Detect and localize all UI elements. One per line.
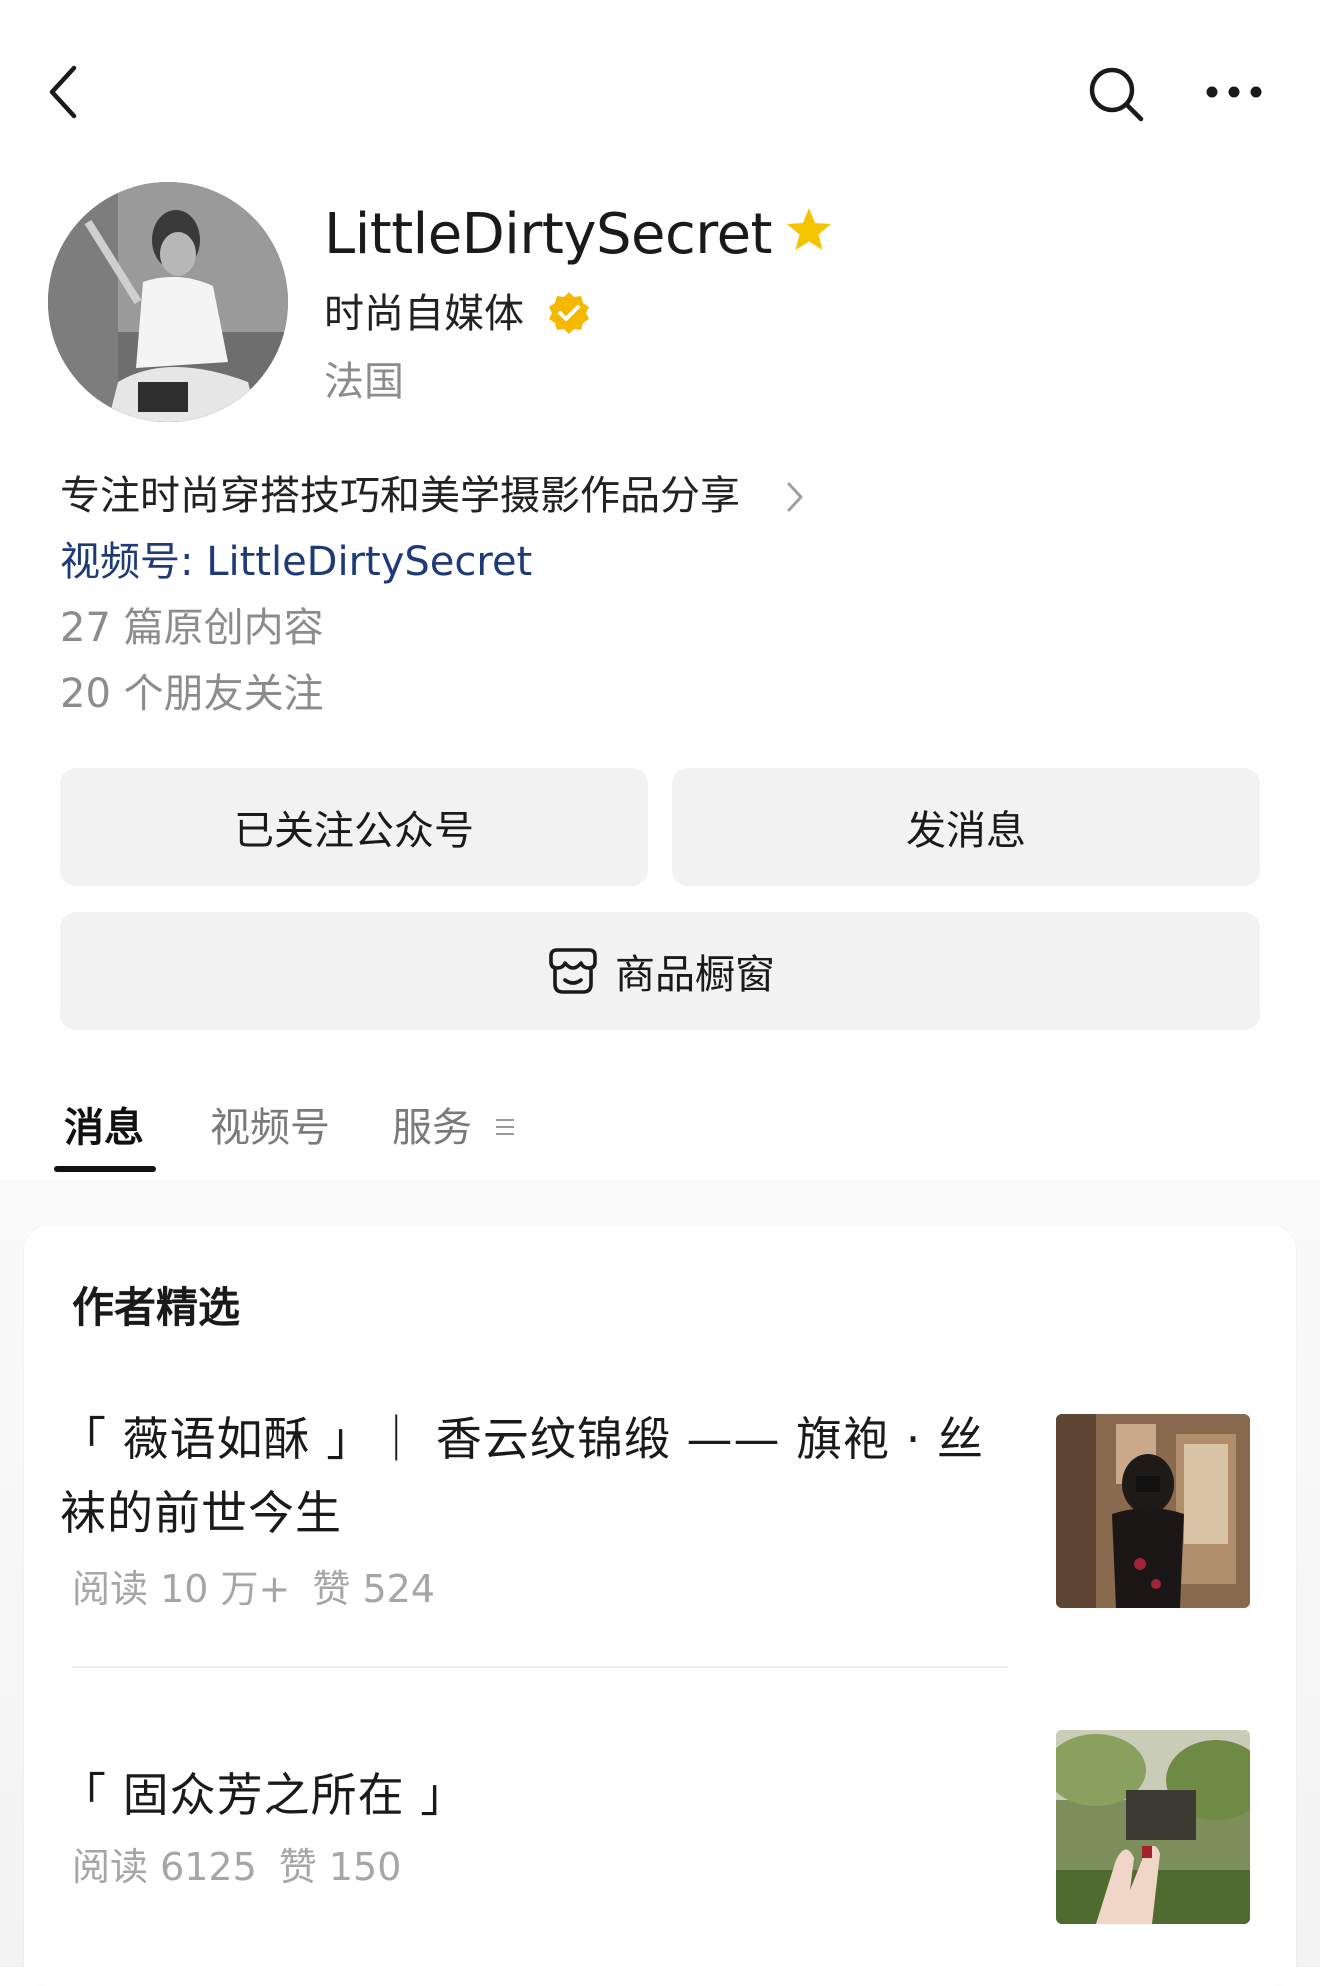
article-divider	[72, 1666, 1008, 1668]
shop-window-button[interactable]: 商品橱窗	[60, 912, 1260, 1030]
verified-badge-icon[interactable]	[546, 290, 592, 340]
avatar-photo	[48, 182, 288, 422]
search-icon	[1089, 67, 1144, 122]
account-region: 法国	[324, 359, 404, 405]
send-message-button[interactable]: 发消息	[672, 768, 1260, 886]
shop-icon	[545, 946, 601, 996]
article-reads: 阅读 6125	[72, 1845, 257, 1889]
more-dots-icon	[1206, 86, 1262, 98]
article-reads: 阅读 10 万+	[72, 1567, 291, 1611]
send-message-label: 发消息	[906, 808, 1026, 854]
tab-channels[interactable]: 视频号	[210, 1100, 330, 1156]
article-title[interactable]: 「 固众芳之所在 」	[60, 1758, 1020, 1832]
article-thumbnail[interactable]	[1056, 1730, 1250, 1924]
menu-lines-icon[interactable]	[494, 1116, 516, 1142]
tab-services[interactable]: 服务	[392, 1100, 472, 1156]
chevron-right-icon[interactable]	[786, 480, 804, 518]
featured-section-title: 作者精选	[72, 1283, 241, 1332]
back-button[interactable]	[44, 62, 84, 122]
article-thumbnail[interactable]	[1056, 1414, 1250, 1608]
shop-window-label: 商品橱窗	[615, 952, 775, 998]
followed-button-label: 已关注公众号	[234, 808, 474, 854]
chevron-left-icon	[49, 65, 77, 119]
search-button[interactable]	[1086, 64, 1146, 124]
account-name: LittleDirtySecret	[324, 202, 772, 267]
more-button[interactable]	[1204, 80, 1264, 104]
article-likes: 赞 150	[278, 1845, 402, 1889]
account-category: 时尚自媒体	[324, 291, 524, 337]
star-icon[interactable]	[784, 206, 834, 258]
account-description[interactable]: 专注时尚穿搭技巧和美学摄影作品分享	[60, 470, 740, 522]
article-meta: 阅读 10 万+ 赞 524	[72, 1564, 435, 1614]
followed-button[interactable]: 已关注公众号	[60, 768, 648, 886]
friends-following-count[interactable]: 20 个朋友关注	[60, 668, 324, 720]
original-content-count[interactable]: 27 篇原创内容	[60, 602, 324, 654]
article-title[interactable]: 「 薇语如酥 」｜ 香云纹锦缎 —— 旗袍 · 丝袜的前世今生	[60, 1402, 1020, 1550]
article-meta: 阅读 6125 赞 150	[72, 1842, 401, 1892]
channel-link[interactable]: 视频号: LittleDirtySecret	[60, 536, 532, 588]
article-likes: 赞 524	[312, 1567, 435, 1611]
active-tab-indicator	[54, 1166, 156, 1172]
tab-messages[interactable]: 消息	[64, 1100, 144, 1156]
avatar[interactable]	[48, 182, 288, 422]
